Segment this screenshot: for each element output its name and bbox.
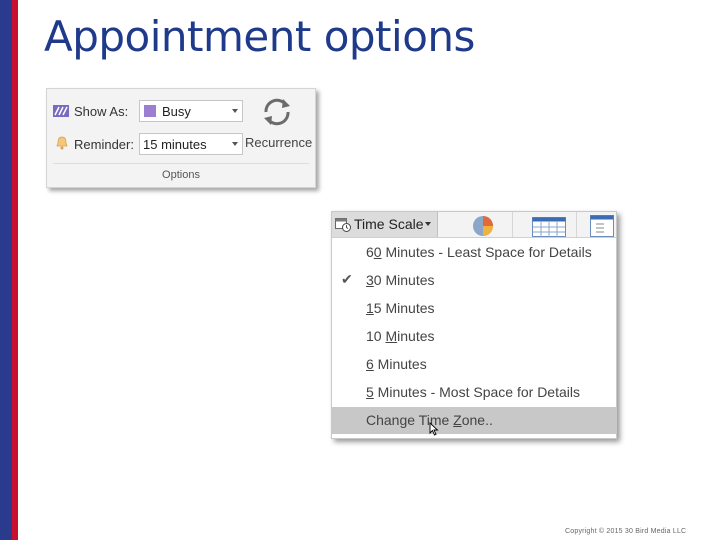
recurrence-icon <box>264 98 290 126</box>
show-as-label: Show As: <box>74 104 129 119</box>
calendar-clock-icon <box>335 218 351 232</box>
options-group-panel: Show As: Busy Reminder: 15 minutes Recur… <box>46 88 316 188</box>
time-scale-option[interactable]: 10 Minutes <box>332 323 616 350</box>
reminder-label: Reminder: <box>74 137 134 152</box>
reminder-dropdown[interactable]: 15 minutes <box>139 133 243 155</box>
time-scale-option-label: 10 Minutes <box>366 328 435 344</box>
time-scale-option-label: 6 Minutes <box>366 356 427 372</box>
busy-color-swatch <box>144 105 156 117</box>
time-scale-dropdown: Time Scale 60 Minutes - Least Space for … <box>331 211 617 439</box>
change-time-zone-item[interactable]: Change Time Zone.. <box>332 407 616 436</box>
group-divider <box>53 163 309 164</box>
table-view-icon[interactable] <box>532 217 566 237</box>
toolbar-divider <box>512 212 513 237</box>
time-scale-option-label: 15 Minutes <box>366 300 435 316</box>
recurrence-label: Recurrence <box>245 135 313 150</box>
slide-title: Appointment options <box>44 12 475 61</box>
time-scale-option-label: 5 Minutes - Most Space for Details <box>366 384 580 400</box>
bell-icon <box>56 136 68 150</box>
options-group-label: Options <box>162 169 200 181</box>
reminder-value: 15 minutes <box>143 137 207 152</box>
time-scale-option[interactable]: 6 Minutes <box>332 351 616 378</box>
left-accent-bar-navy <box>0 0 12 540</box>
time-scale-option-label: 60 Minutes - Least Space for Details <box>366 244 592 260</box>
time-scale-option[interactable]: 15 Minutes <box>332 295 616 322</box>
show-as-dropdown[interactable]: Busy <box>139 100 243 122</box>
pie-chart-icon[interactable] <box>470 214 496 237</box>
time-scale-option[interactable]: 60 Minutes - Least Space for Details <box>332 239 616 266</box>
time-scale-option[interactable]: ✔ 30 Minutes <box>332 267 616 294</box>
copyright-notice: Copyright © 2015 30 Bird Media LLC <box>565 528 687 535</box>
chevron-down-icon <box>232 109 238 113</box>
recurrence-button[interactable]: Recurrence <box>245 93 313 153</box>
checkmark-icon: ✔ <box>341 271 353 287</box>
chevron-down-icon <box>232 142 238 146</box>
left-accent-bar-red <box>12 0 18 540</box>
toolbar-divider <box>576 212 577 237</box>
time-scale-label: Time Scale <box>354 216 424 232</box>
ribbon-toolbar: Time Scale <box>332 212 616 238</box>
form-view-icon[interactable] <box>590 215 614 237</box>
time-scale-button[interactable]: Time Scale <box>332 212 438 237</box>
show-as-icon <box>53 105 69 117</box>
time-scale-option[interactable]: 5 Minutes - Most Space for Details <box>332 379 616 406</box>
time-scale-option-label: 30 Minutes <box>366 272 435 288</box>
chevron-down-icon <box>425 222 431 226</box>
show-as-value: Busy <box>162 104 191 119</box>
mouse-cursor-icon <box>429 422 439 436</box>
